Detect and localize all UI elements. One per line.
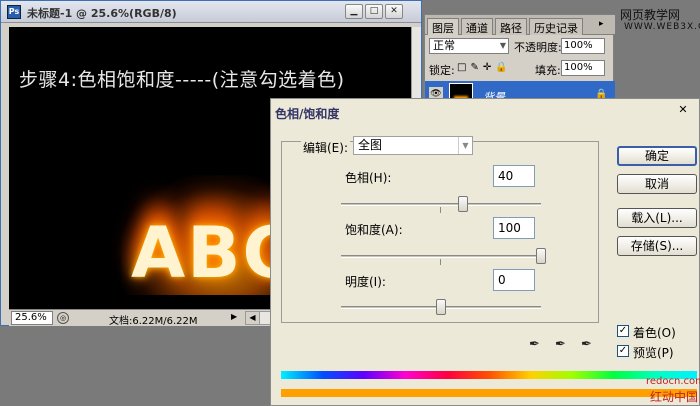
load-button[interactable]: 载入(L)... bbox=[617, 208, 697, 228]
tab-history[interactable]: 历史记录 bbox=[529, 18, 583, 35]
hue-saturation-dialog: 色相/饱和度 ✕ 编辑(E): 全图 ▼ 色相(H): 40 饱和度(A): 1… bbox=[270, 98, 700, 406]
document-titlebar[interactable]: Ps 未标题-1 @ 25.6%(RGB/8) ▁ □ ✕ bbox=[1, 1, 421, 23]
dialog-title: 色相/饱和度 bbox=[275, 107, 340, 121]
ok-button[interactable]: 确定 bbox=[617, 146, 697, 166]
hue-input[interactable]: 40 bbox=[493, 165, 535, 187]
panel-tabs: 图层 通道 路径 历史记录 ▸ bbox=[425, 15, 615, 35]
input-hue-bar bbox=[281, 371, 697, 379]
panel-menu-icon[interactable]: ▸ bbox=[599, 19, 611, 31]
hue-label: 色相(H): bbox=[345, 171, 392, 185]
saturation-input[interactable]: 100 bbox=[493, 217, 535, 239]
close-icon[interactable]: ✕ bbox=[675, 103, 691, 117]
document-size: 文档:6.22M/6.22M bbox=[109, 316, 198, 327]
saturation-label: 饱和度(A): bbox=[345, 223, 403, 237]
maximize-button[interactable]: □ bbox=[365, 4, 383, 19]
hue-slider-center bbox=[440, 207, 441, 213]
watermark-bottom: 红动中国 bbox=[650, 390, 699, 404]
scroll-left-icon[interactable]: ◀ bbox=[246, 312, 260, 324]
hue-slider-thumb[interactable] bbox=[458, 196, 469, 212]
colorize-checkbox[interactable]: ✓ bbox=[617, 325, 629, 337]
opacity-field[interactable]: 100% bbox=[561, 38, 605, 54]
watermark-bottom-url: redocn.com bbox=[646, 376, 700, 387]
watermark-top-url: WWW.WEB3X.COM bbox=[624, 22, 700, 32]
colorize-label: 着色(O) bbox=[633, 326, 676, 340]
blend-mode-select[interactable]: 正常 ▼ bbox=[429, 38, 509, 54]
cancel-button[interactable]: 取消 bbox=[617, 174, 697, 194]
fill-field[interactable]: 100% bbox=[561, 60, 605, 76]
photoshop-icon: Ps bbox=[7, 5, 21, 19]
blend-mode-value: 正常 bbox=[433, 39, 455, 52]
tab-paths[interactable]: 路径 bbox=[495, 18, 527, 35]
minimize-button[interactable]: ▁ bbox=[345, 4, 363, 19]
eyedropper-subtract-icon[interactable]: ✒ bbox=[581, 337, 597, 353]
output-color-bar bbox=[281, 389, 697, 397]
edit-label: 编辑(E): bbox=[301, 139, 350, 156]
fill-label: 填充: bbox=[535, 64, 561, 77]
step-caption: 步骤4:色相饱和度-----(注意勾选着色) bbox=[19, 69, 345, 91]
preview-checkbox[interactable]: ✓ bbox=[617, 345, 629, 357]
save-button[interactable]: 存储(S)... bbox=[617, 236, 697, 256]
edit-range-value: 全图 bbox=[358, 138, 383, 152]
adjustment-group bbox=[281, 141, 599, 323]
tab-layers[interactable]: 图层 bbox=[427, 18, 459, 35]
layers-panel: 图层 通道 路径 历史记录 ▸ 正常 ▼ 不透明度: 100% 锁定: □✎✛🔒… bbox=[424, 14, 615, 110]
edit-range-select[interactable]: 全图 ▼ bbox=[353, 136, 473, 155]
saturation-slider-center bbox=[440, 259, 441, 265]
lightness-slider-thumb[interactable] bbox=[436, 299, 446, 315]
lock-label: 锁定: bbox=[429, 64, 455, 77]
close-button[interactable]: ✕ bbox=[385, 4, 403, 19]
saturation-slider-track[interactable] bbox=[341, 255, 541, 258]
eyedropper-add-icon[interactable]: ✒ bbox=[555, 337, 571, 353]
hue-slider-track[interactable] bbox=[341, 203, 541, 206]
status-menu-arrow-icon[interactable]: ▶ bbox=[231, 312, 237, 321]
opacity-label: 不透明度: bbox=[514, 41, 562, 54]
chevron-down-icon: ▼ bbox=[458, 137, 472, 154]
status-info-icon[interactable]: ◎ bbox=[57, 312, 69, 324]
preview-label: 预览(P) bbox=[633, 346, 674, 360]
watermark-top: 网页教学网 bbox=[620, 8, 681, 22]
lock-icons[interactable]: □✎✛🔒 bbox=[457, 62, 512, 73]
lightness-label: 明度(I): bbox=[345, 275, 386, 289]
document-title: 未标题-1 @ 25.6%(RGB/8) bbox=[27, 7, 177, 20]
lightness-input[interactable]: 0 bbox=[493, 269, 535, 291]
eyedropper-icon[interactable]: ✒ bbox=[529, 337, 545, 353]
tab-channels[interactable]: 通道 bbox=[461, 18, 493, 35]
zoom-field[interactable]: 25.6% bbox=[11, 311, 53, 325]
saturation-slider-thumb[interactable] bbox=[536, 248, 546, 264]
chevron-down-icon: ▼ bbox=[499, 41, 506, 50]
